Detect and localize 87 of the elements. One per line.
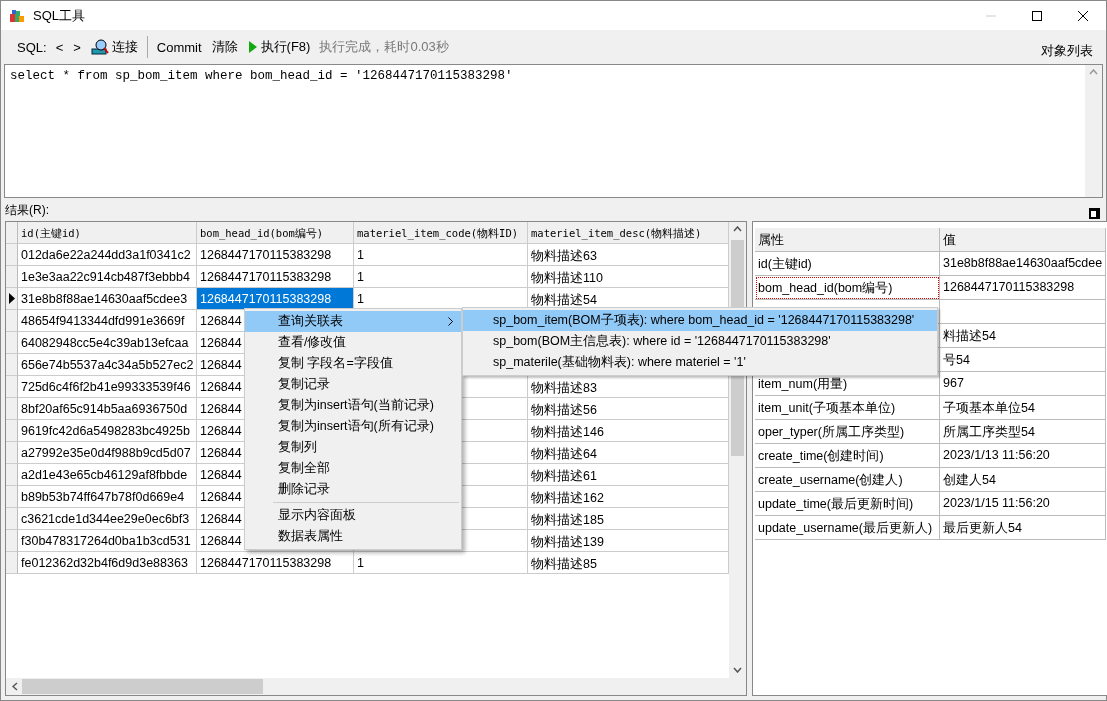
property-name: item_unit(子项基本单位): [755, 396, 940, 420]
column-header[interactable]: id(主键id): [18, 222, 197, 244]
property-name: update_username(最后更新人): [755, 516, 940, 540]
menu-item[interactable]: sp_bom_item(BOM子项表): where bom_head_id = '1268447170115383298': [463, 310, 937, 331]
scroll-up-icon[interactable]: [733, 226, 742, 232]
property-value: 1268447170115383298: [940, 276, 1106, 300]
play-icon: [247, 40, 258, 54]
app-icon: [9, 7, 25, 24]
scroll-down-icon[interactable]: [733, 667, 742, 673]
property-name: update_time(最后更新时间): [755, 492, 940, 516]
results-label: 结果(R):: [5, 202, 49, 219]
property-value: 创建人54: [940, 468, 1106, 492]
next-button[interactable]: >: [68, 37, 86, 57]
column-header[interactable]: bom_head_id(bom编号): [197, 222, 354, 244]
property-value: 2023/1/15 11:56:20: [940, 492, 1106, 516]
table-cell: 8bf20af65c914b5aa6936750d: [18, 398, 197, 420]
execute-button[interactable]: 执行(F8): [242, 36, 316, 58]
table-cell: 物料描述185: [528, 508, 729, 530]
table-cell: 1e3e3aa22c914cb487f3ebbb4: [18, 266, 197, 288]
clear-button[interactable]: 清除: [206, 36, 243, 58]
property-name: create_time(创建时间): [755, 444, 940, 468]
table-cell: 1: [354, 288, 528, 310]
table-cell: 64082948cc5e4c39ab13efcaa: [18, 332, 197, 354]
table-cell: 012da6e22a244dd3a1f0341c2: [18, 244, 197, 266]
table-cell: 物料描述85: [528, 552, 729, 574]
table-cell: 48654f9413344dfd991e3669f: [18, 310, 197, 332]
menu-item[interactable]: sp_bom(BOM主信息表): where id = '1268447170115383298': [463, 331, 937, 352]
commit-button[interactable]: Commit: [151, 37, 207, 57]
table-cell: 物料描述83: [528, 376, 729, 398]
table-cell: 物料描述63: [528, 244, 729, 266]
property-name: id(主键id): [755, 252, 940, 276]
scrollbar[interactable]: [6, 678, 746, 695]
table-cell: 物料描述139: [528, 530, 729, 552]
column-header[interactable]: 属性: [755, 228, 940, 252]
table-cell: 9619fc42d6a5498283bc4925b: [18, 420, 197, 442]
connect-button[interactable]: 连接: [85, 36, 143, 58]
table-cell: 1: [354, 552, 528, 574]
property-name: bom_head_id(bom编号): [755, 276, 940, 300]
table-cell: 物料描述110: [528, 266, 729, 288]
table-cell: f30b478317264d0ba1b3cd531: [18, 530, 197, 552]
column-header[interactable]: materiel_item_code(物料ID): [354, 222, 528, 244]
table-cell: c3621cde1d344ee29e0ec6bf3: [18, 508, 197, 530]
property-value: 料描述54: [940, 324, 1106, 348]
scrollbar[interactable]: [1085, 65, 1102, 197]
table-cell: a27992e35e0d4f988b9cd5d07: [18, 442, 197, 464]
status-text: 执行完成，耗时0.03秒: [318, 38, 450, 56]
object-list-button[interactable]: 对象列表: [1036, 40, 1098, 64]
table-cell: 物料描述64: [528, 442, 729, 464]
maximize-icon: [1032, 10, 1042, 21]
table-cell: 1268447170115383298: [197, 244, 354, 266]
current-row-icon: [8, 293, 15, 304]
property-value: 2023/1/13 11:56:20: [940, 444, 1106, 468]
maximize-panel-icon[interactable]: [1089, 208, 1100, 219]
property-value: 最后更新人54: [940, 516, 1106, 540]
menu-item[interactable]: 查询关联表: [245, 311, 461, 332]
scroll-left-icon[interactable]: [12, 682, 18, 691]
window-title: SQL工具: [33, 6, 85, 25]
table-cell: 1: [354, 266, 528, 288]
table-cell: 物料描述61: [528, 464, 729, 486]
table-cell: 1268447170115383298: [197, 266, 354, 288]
table-cell: 1: [354, 244, 528, 266]
table-cell: 物料描述146: [528, 420, 729, 442]
table-cell: a2d1e43e65cb46129af8fbbde: [18, 464, 197, 486]
property-name: oper_typer(所属工序类型): [755, 420, 940, 444]
table-cell: 物料描述54: [528, 288, 729, 310]
table-cell: fe012362d32b4f6d9d3e88363: [18, 552, 197, 574]
table-cell: 31e8b8f88ae14630aaf5cdee3: [18, 288, 197, 310]
table-cell: 1268447170115383298: [197, 552, 354, 574]
table-cell: 656e74b5537a4c34a5b527ec2: [18, 354, 197, 376]
property-value: 所属工序类型54: [940, 420, 1106, 444]
table-cell: b89b53b74ff647b78f0d669e4: [18, 486, 197, 508]
sql-label: SQL:: [16, 38, 48, 57]
database-search-icon: [90, 38, 109, 56]
column-header[interactable]: materiel_item_desc(物料描述): [528, 222, 729, 244]
table-cell: 物料描述56: [528, 398, 729, 420]
table-cell: 物料描述162: [528, 486, 729, 508]
property-value: 31e8b8f88ae14630aaf5cdee: [940, 252, 1106, 276]
property-value: 967: [940, 372, 1106, 396]
table-cell: 1268447170115383298: [197, 288, 354, 310]
column-header[interactable]: 值: [940, 228, 1106, 252]
close-icon: [1078, 10, 1088, 21]
property-value: 号54: [940, 348, 1106, 372]
menu-item[interactable]: sp_materile(基础物料表): where materiel = '1': [463, 352, 937, 373]
property-name: create_username(创建人): [755, 468, 940, 492]
table-cell: 725d6c4f6f2b41e99333539f46: [18, 376, 197, 398]
property-value: 子项基本单位54: [940, 396, 1106, 420]
previous-button[interactable]: <: [50, 37, 69, 57]
